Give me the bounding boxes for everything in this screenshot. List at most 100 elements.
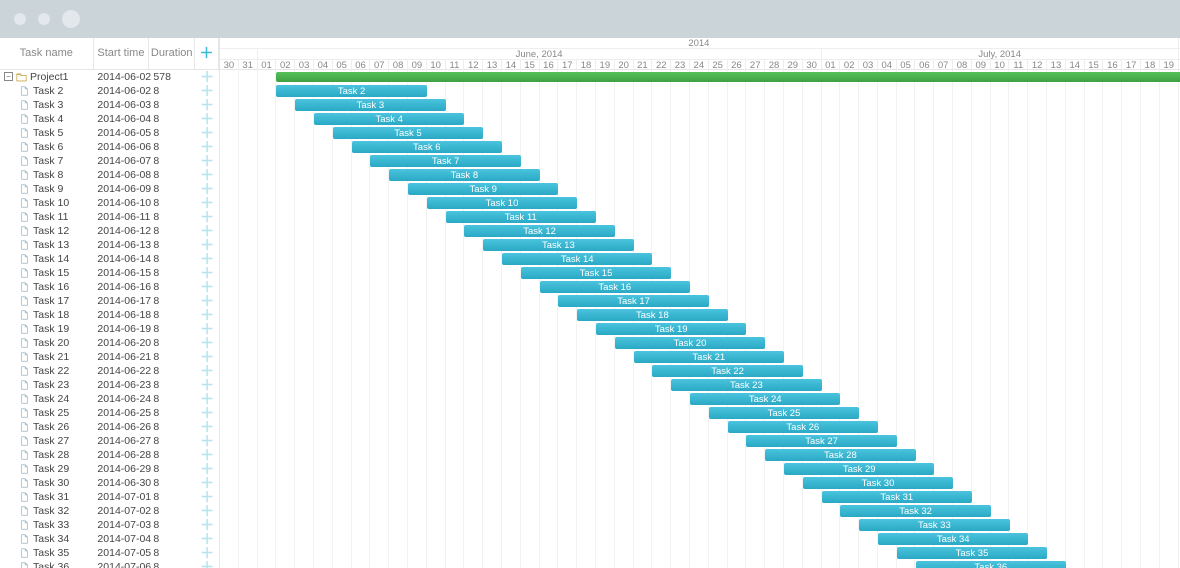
gantt-task-bar[interactable]: Task 12 [464,225,614,237]
plus-icon[interactable]: ＋ [200,559,214,568]
gantt-task-bar[interactable]: Task 17 [558,295,708,307]
task-row[interactable]: Task 52014-06-058＋ [0,126,219,140]
file-icon [19,310,30,320]
gantt-task-bar[interactable]: Task 18 [577,309,727,321]
gantt-task-bar[interactable]: Task 5 [333,127,483,139]
gantt-task-bar[interactable]: Task 31 [822,491,972,503]
window-control-dot[interactable] [38,13,50,25]
gantt-task-bar[interactable]: Task 29 [784,463,934,475]
gantt-task-bar[interactable]: Task 36 [916,561,1066,568]
file-icon [19,506,30,516]
window-control-dot[interactable] [14,13,26,25]
task-start-label: 2014-06-29 [93,463,149,475]
task-row[interactable]: Task 222014-06-228＋ [0,364,219,378]
tree-collapse-icon[interactable]: − [4,72,13,81]
task-row[interactable]: Task 282014-06-288＋ [0,448,219,462]
file-icon [19,492,30,502]
task-row[interactable]: Task 182014-06-188＋ [0,308,219,322]
gantt-task-bar[interactable]: Task 22 [652,365,802,377]
task-row[interactable]: Task 352014-07-058＋ [0,546,219,560]
gantt-task-bar[interactable]: Task 9 [408,183,558,195]
window-control-dot[interactable] [62,10,80,28]
task-row[interactable]: Task 312014-07-018＋ [0,490,219,504]
gantt-task-bar[interactable]: Task 13 [483,239,633,251]
task-row[interactable]: Task 192014-06-198＋ [0,322,219,336]
gantt-task-bar[interactable]: Task 28 [765,449,915,461]
gantt-task-bar[interactable]: Task 23 [671,379,821,391]
gantt-task-bar[interactable]: Task 25 [709,407,859,419]
task-row[interactable]: Task 102014-06-108＋ [0,196,219,210]
gantt-task-bar[interactable]: Task 3 [295,99,445,111]
task-row[interactable]: Task 332014-07-038＋ [0,518,219,532]
task-row[interactable]: Task 32014-06-038＋ [0,98,219,112]
task-row[interactable]: Task 42014-06-048＋ [0,112,219,126]
gantt-project-bar[interactable] [276,72,1180,82]
task-duration-label: 8 [149,449,195,461]
task-row[interactable]: Task 152014-06-158＋ [0,266,219,280]
gantt-task-bar[interactable]: Task 15 [521,267,671,279]
column-header-duration[interactable]: Duration [149,38,195,69]
task-row[interactable]: Task 132014-06-138＋ [0,238,219,252]
task-row[interactable]: Task 202014-06-208＋ [0,336,219,350]
task-row[interactable]: Task 242014-06-248＋ [0,392,219,406]
column-header-name[interactable]: Task name [0,38,94,69]
gantt-task-bar[interactable]: Task 20 [615,337,765,349]
task-row[interactable]: Task 232014-06-238＋ [0,378,219,392]
gantt-task-bar[interactable]: Task 30 [803,477,953,489]
gantt-bar-label: Task 8 [451,170,478,181]
task-row[interactable]: Task 22014-06-028＋ [0,84,219,98]
task-row[interactable]: Task 92014-06-098＋ [0,182,219,196]
task-row[interactable]: Task 172014-06-178＋ [0,294,219,308]
task-row[interactable]: Task 162014-06-168＋ [0,280,219,294]
gantt-task-bar[interactable]: Task 16 [540,281,690,293]
gantt-task-bar[interactable]: Task 14 [502,253,652,265]
gantt-task-bar[interactable]: Task 7 [370,155,520,167]
task-row[interactable]: Task 112014-06-118＋ [0,210,219,224]
task-name-label: Task 12 [33,225,69,237]
file-icon [19,338,30,348]
gantt-bar-label: Task 15 [580,268,613,279]
gantt-task-bar[interactable]: Task 8 [389,169,539,181]
gantt-task-bar[interactable]: Task 27 [746,435,896,447]
task-row[interactable]: Task 122014-06-128＋ [0,224,219,238]
column-header-start[interactable]: Start time [94,38,150,69]
task-row-project[interactable]: −Project12014-06-02578＋ [0,70,219,84]
task-row[interactable]: Task 82014-06-088＋ [0,168,219,182]
gantt-task-bar[interactable]: Task 26 [728,421,878,433]
task-row[interactable]: Task 342014-07-048＋ [0,532,219,546]
task-row[interactable]: Task 362014-07-068＋ [0,560,219,568]
file-icon [19,212,30,222]
gantt-task-bar[interactable]: Task 11 [446,211,596,223]
task-row[interactable]: Task 252014-06-258＋ [0,406,219,420]
task-row[interactable]: Task 62014-06-068＋ [0,140,219,154]
gantt-task-bar[interactable]: Task 4 [314,113,464,125]
task-row[interactable]: Task 72014-06-078＋ [0,154,219,168]
task-start-label: 2014-06-19 [93,323,149,335]
task-row[interactable]: Task 322014-07-028＋ [0,504,219,518]
gantt-task-bar[interactable]: Task 6 [352,141,502,153]
task-row[interactable]: Task 292014-06-298＋ [0,462,219,476]
gantt-bar-row: Task 7 [220,154,1180,168]
gantt-task-bar[interactable]: Task 19 [596,323,746,335]
task-row[interactable]: Task 272014-06-278＋ [0,434,219,448]
gantt-task-bar[interactable]: Task 33 [859,519,1009,531]
file-icon [19,254,30,264]
gantt-task-bar[interactable]: Task 21 [634,351,784,363]
gantt-task-bar[interactable]: Task 34 [878,533,1028,545]
task-row[interactable]: Task 212014-06-218＋ [0,350,219,364]
gantt-task-bar[interactable]: Task 10 [427,197,577,209]
task-row[interactable]: Task 302014-06-308＋ [0,476,219,490]
gantt-task-bar[interactable]: Task 35 [897,547,1047,559]
column-header-add[interactable]: ＋ [195,38,219,69]
timeline-day-cell: 13 [1047,60,1066,70]
gantt-bar-label: Task 6 [413,142,440,153]
gantt-task-bar[interactable]: Task 2 [276,85,426,97]
task-start-label: 2014-06-09 [93,183,149,195]
task-row[interactable]: Task 262014-06-268＋ [0,420,219,434]
gantt-chart-area[interactable]: Task 2 Task 3 Task 4 Task 5 Task 6 Task 7 Task… [220,70,1180,568]
gantt-task-bar[interactable]: Task 32 [840,505,990,517]
plus-icon[interactable]: ＋ [200,43,214,63]
gantt-task-bar[interactable]: Task 24 [690,393,840,405]
task-name-label: Task 3 [33,99,63,111]
task-row[interactable]: Task 142014-06-148＋ [0,252,219,266]
